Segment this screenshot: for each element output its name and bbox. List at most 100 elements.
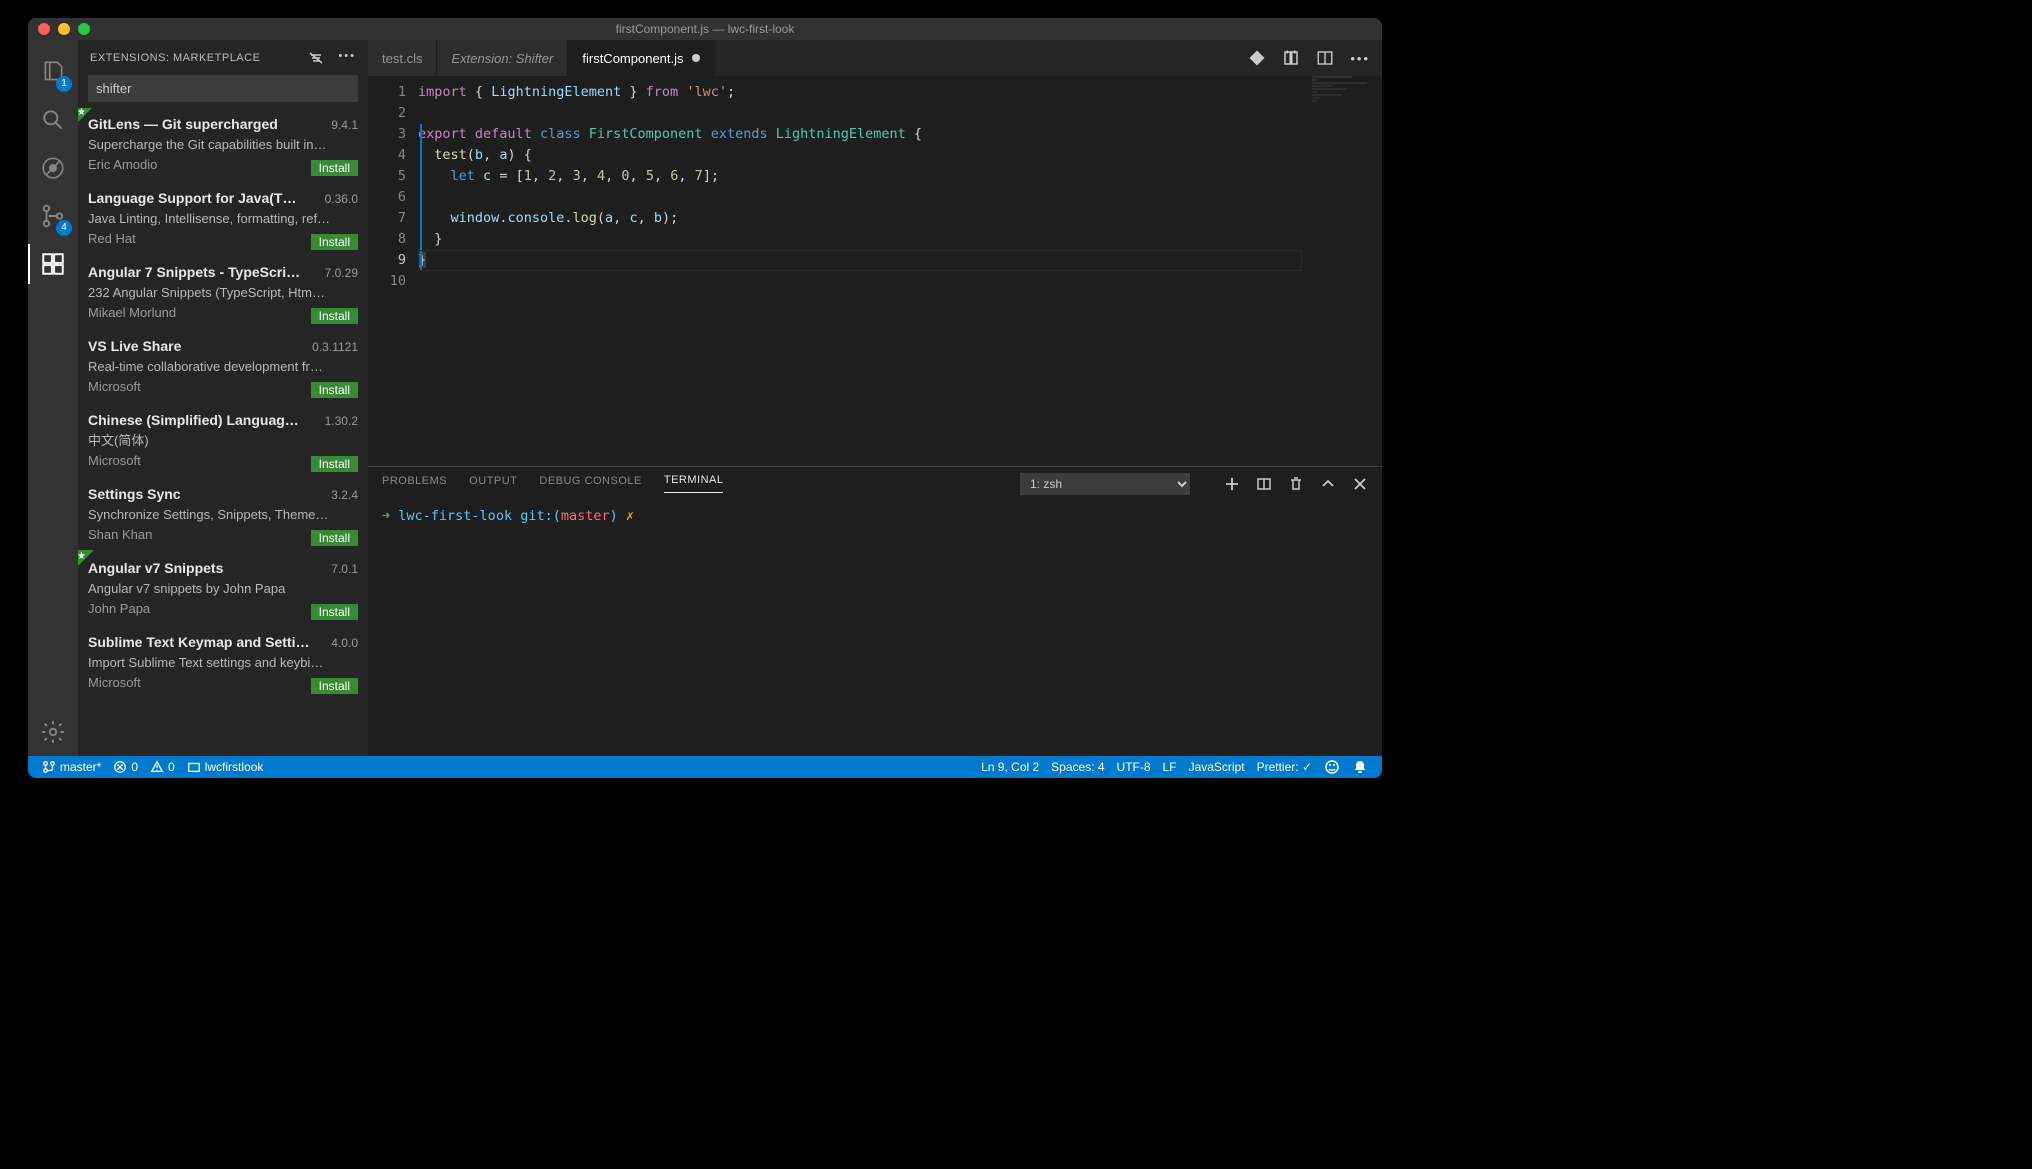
editor-tab[interactable]: firstComponent.js [568,40,714,76]
status-bar: master* 0 0 0 lwcfirstlook Ln 9, Col 2 S… [28,756,1382,778]
terminal-content[interactable]: ➜ lwc-first-look git:(master) ✗ [368,500,1382,756]
dirty-indicator-icon [692,54,700,62]
new-terminal-icon[interactable] [1224,476,1240,492]
extension-item[interactable]: Sublime Text Keymap and Setti…4.0.0 Impo… [78,626,368,700]
extension-name: Sublime Text Keymap and Setti… [88,632,309,653]
search-icon [40,107,66,133]
status-cursor[interactable]: Ln 9, Col 2 [975,760,1045,774]
install-button[interactable]: Install [311,456,358,472]
prompt-dirty-icon: ✗ [626,508,634,524]
extension-description: Supercharge the Git capabilities built i… [88,135,358,155]
close-window-button[interactable] [38,23,50,35]
search-activity[interactable] [28,96,78,144]
tab-label: test.cls [382,51,422,66]
indent-guide [420,124,422,271]
install-button[interactable]: Install [311,308,358,324]
maximize-panel-icon[interactable] [1320,476,1336,492]
tab-label: Extension: Shifter [451,51,553,66]
status-warnings[interactable]: 0 [144,760,181,774]
recommended-star-icon [78,550,94,568]
extensions-icon [40,251,66,277]
compare-changes-icon[interactable] [1248,49,1266,67]
extension-description: 232 Angular Snippets (TypeScript, Htm… [88,283,358,303]
install-button[interactable]: Install [311,382,358,398]
panel-tab-output[interactable]: OUTPUT [469,475,517,493]
extension-description: Angular v7 snippets by John Papa [88,579,358,599]
explorer-badge: 1 [56,76,72,92]
split-editor-icon[interactable] [1316,49,1334,67]
titlebar: firstComponent.js — lwc-first-look [28,18,1382,40]
git-branch-icon [42,760,56,774]
extension-item[interactable]: VS Live Share 0.3.1121 Real-time collabor… [78,330,368,404]
gear-icon [40,719,66,745]
activity-bar: 1 4 [28,40,78,756]
extension-item[interactable]: Chinese (Simplified) Languag…1.30.2 中文(简… [78,404,368,478]
explorer-activity[interactable]: 1 [28,48,78,96]
kill-terminal-icon[interactable] [1288,476,1304,492]
more-actions-icon[interactable]: ••• [338,50,356,66]
status-encoding[interactable]: UTF-8 [1111,760,1157,774]
scm-activity[interactable]: 4 [28,192,78,240]
split-terminal-icon[interactable] [1256,476,1272,492]
extension-item[interactable]: GitLens — Git supercharged9.4.1 Supercha… [78,108,368,182]
panel-tab-terminal[interactable]: TERMINAL [664,474,724,493]
status-spaces[interactable]: Spaces: 4 [1045,760,1110,774]
install-button[interactable]: Install [311,604,358,620]
maximize-window-button[interactable] [78,23,90,35]
editor-tab[interactable]: test.cls [368,40,437,76]
extension-item[interactable]: Language Support for Java(T…0.36.0 Java … [78,182,368,256]
extension-description: Real-time collaborative development fr… [88,357,358,377]
install-button[interactable]: Install [311,530,358,546]
traffic-lights [28,23,90,35]
extension-name: Angular v7 Snippets [88,558,223,579]
extension-version: 0.36.0 [325,190,358,208]
terminal-selector[interactable]: 1: zsh [1020,473,1190,495]
status-language[interactable]: JavaScript [1183,760,1251,774]
extension-name: Settings Sync [88,484,181,505]
extension-item[interactable]: Settings Sync3.2.4 Synchronize Settings,… [78,478,368,552]
extension-list[interactable]: GitLens — Git supercharged9.4.1 Supercha… [78,108,368,756]
tab-label: firstComponent.js [582,51,683,66]
clear-search-icon[interactable] [308,50,324,66]
status-eol[interactable]: LF [1157,760,1183,774]
extension-version: 0.3.1121 [312,338,358,356]
extensions-sidebar: EXTENSIONS: MARKETPLACE ••• GitLens — Gi… [78,40,368,756]
minimap[interactable] [1312,76,1382,466]
open-changes-icon[interactable] [1282,49,1300,67]
debug-activity[interactable] [28,144,78,192]
status-notifications-icon[interactable] [1346,759,1374,775]
prompt-path: lwc-first-look [398,508,512,524]
extension-version: 7.0.1 [331,560,358,578]
status-prettier[interactable]: Prettier: ✓ [1251,760,1318,774]
extension-item[interactable]: Angular v7 Snippets 7.0.1 Angular v7 snip… [78,552,368,626]
prompt-arrow: ➜ [382,508,390,524]
bottom-panel: PROBLEMS OUTPUT DEBUG CONSOLE TERMINAL 1… [368,466,1382,756]
extension-search-input[interactable] [88,75,358,102]
error-icon [113,760,127,774]
status-feedback-icon[interactable] [1318,759,1346,775]
extensions-activity[interactable] [28,240,78,288]
install-button[interactable]: Install [311,234,358,250]
bug-slash-icon [40,155,66,181]
extension-name: VS Live Share [88,336,181,357]
code-content: import { LightningElement } from 'lwc'; … [418,76,922,466]
more-editor-actions-icon[interactable]: ••• [1350,51,1370,66]
status-errors[interactable]: 0 [107,760,144,774]
recommended-star-icon [78,108,94,124]
settings-activity[interactable] [28,708,78,756]
close-panel-icon[interactable] [1352,476,1368,492]
extension-name: Chinese (Simplified) Languag… [88,410,299,431]
install-button[interactable]: Install [311,160,358,176]
extension-description: Synchronize Settings, Snippets, Theme… [88,505,358,525]
minimize-window-button[interactable] [58,23,70,35]
smiley-icon [1324,759,1340,775]
panel-tab-debug[interactable]: DEBUG CONSOLE [539,475,641,493]
editor-tab[interactable]: Extension: Shifter [437,40,568,76]
status-folder[interactable]: lwcfirstlook [181,760,270,774]
install-button[interactable]: Install [311,678,358,694]
panel-tab-problems[interactable]: PROBLEMS [382,475,447,493]
code-editor[interactable]: 1 2 3 4 5 6 7 8 9 10 import { LightningE… [368,76,1382,466]
extension-item[interactable]: Angular 7 Snippets - TypeScri…7.0.29 232… [78,256,368,330]
sidebar-header: EXTENSIONS: MARKETPLACE ••• [78,40,368,75]
status-branch[interactable]: master* [36,760,107,774]
